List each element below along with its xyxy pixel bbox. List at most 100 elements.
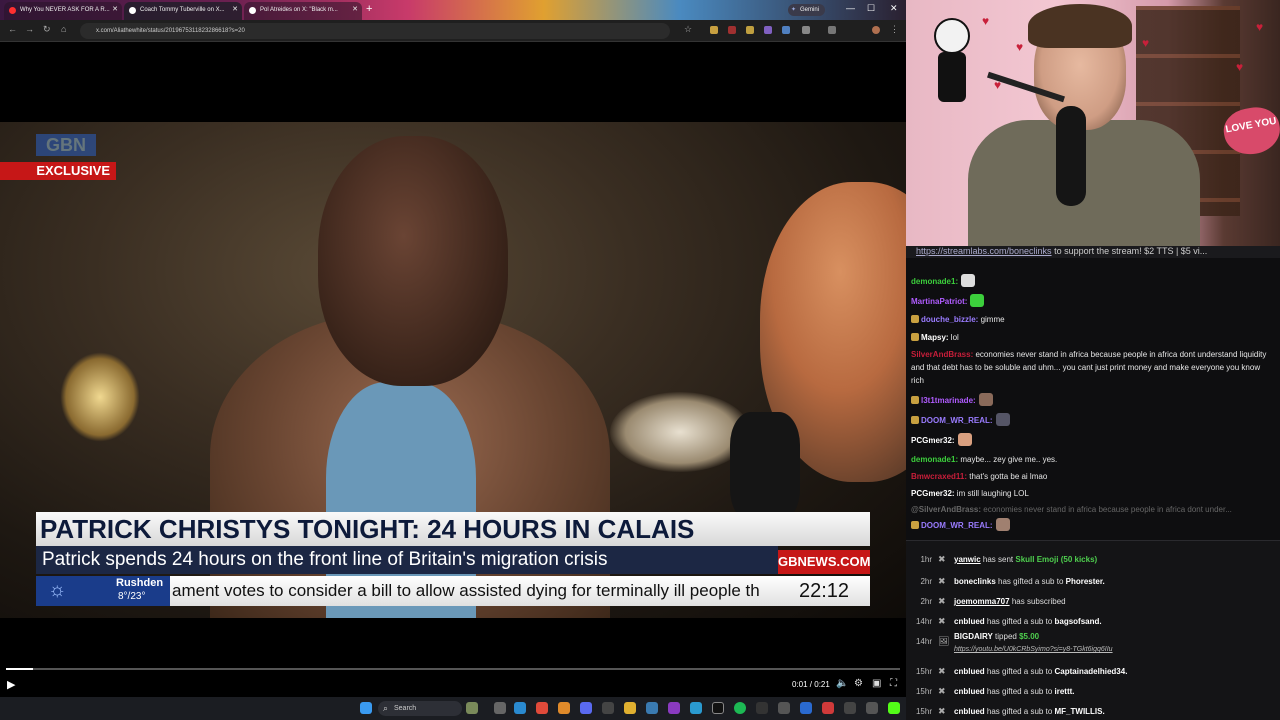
chrome-icon[interactable] (536, 702, 548, 714)
doll-head (934, 18, 970, 54)
event-time: 15hr (915, 667, 932, 676)
kick-logo-icon: ✖ (938, 596, 946, 606)
chat-username[interactable]: douche_bizzle: (921, 315, 978, 324)
play-icon[interactable]: ▶ (7, 678, 15, 691)
browser-tab[interactable]: Pol Atreides on X: "Black m... ✕ (244, 2, 362, 20)
volume-icon[interactable]: 🔈 (836, 678, 848, 689)
event-username[interactable]: cnblued (954, 687, 985, 696)
event-action: has gifted a sub to (995, 577, 1066, 586)
profile-avatar[interactable] (872, 26, 880, 34)
chat-username[interactable]: DOOM_WR_REAL: (921, 521, 993, 530)
kick-icon[interactable] (888, 702, 900, 714)
menu-kebab-icon[interactable]: ⋮ (890, 24, 899, 35)
tip-message-link[interactable]: https://youtu.be/U0kCRbSyimo?si=y8-TGkt6… (954, 646, 1113, 653)
puzzle-icon[interactable] (802, 26, 810, 34)
chat-text: economies never stand in africa because … (981, 505, 1232, 514)
browser-tab-bar: Why You NEVER ASK FOR A R... ✕ Coach Tom… (0, 0, 906, 20)
event-username[interactable]: cnblued (954, 707, 985, 716)
browser-tab[interactable]: Coach Tommy Tuberville on X... ✕ (124, 2, 242, 20)
chat-username[interactable]: SilverAndBrass: (911, 350, 973, 359)
chat-username[interactable]: Bmwcraxed11: (911, 472, 967, 481)
app-icon[interactable] (844, 702, 856, 714)
chat-username[interactable]: PCGmer32: (911, 436, 955, 445)
weather-panel: ☼ Rushden 8°/23° (36, 576, 170, 606)
event-username[interactable]: yanwic (954, 555, 981, 564)
task-view-icon[interactable] (494, 702, 506, 714)
chat-username[interactable]: @SilverAndBrass: (911, 505, 981, 514)
pip-icon[interactable]: ▣ (872, 678, 881, 689)
chat-username[interactable]: Mapsy: (921, 333, 949, 342)
browser-tab[interactable]: Why You NEVER ASK FOR A R... ✕ (4, 2, 122, 20)
chat-username[interactable]: demonade1: (911, 277, 958, 286)
app-icon[interactable] (668, 702, 680, 714)
maps-icon[interactable] (822, 702, 834, 714)
chat-text: that's gotta be ai lmao (967, 472, 1048, 481)
close-tab-icon[interactable]: ✕ (352, 2, 358, 18)
home-icon[interactable]: ⌂ (61, 24, 66, 34)
gemini-button[interactable]: Gemini (788, 4, 826, 16)
widgets-icon[interactable] (466, 702, 478, 714)
event-text: cnblued has gifted a sub to Captainadelh… (954, 667, 1127, 676)
settings-gear-icon[interactable]: ⚙ (854, 678, 863, 689)
app-icon[interactable] (756, 702, 768, 714)
chat-emote-icon (995, 413, 1010, 426)
file-explorer-icon[interactable] (624, 702, 636, 714)
extension-icon[interactable] (746, 26, 754, 34)
url-field[interactable]: x.com/Aliathewhite/status/20196753118232… (80, 23, 670, 39)
app-icon[interactable] (866, 702, 878, 714)
banner-text: to support the stream! $2 TTS | $5 vi... (1051, 246, 1208, 256)
app-icon[interactable] (646, 702, 658, 714)
chat-emote-icon (978, 393, 993, 406)
close-tab-icon[interactable]: ✕ (112, 2, 118, 18)
event-username[interactable]: boneclinks (954, 577, 996, 586)
close-window-icon[interactable]: ✕ (890, 3, 898, 14)
event-recipient: MF_TWILLIS. (1054, 707, 1105, 716)
chat-username[interactable]: PCGmer32: (911, 489, 955, 498)
extension-icon[interactable] (782, 26, 790, 34)
taskbar-search[interactable]: Search (378, 701, 462, 716)
extension-icon[interactable] (710, 26, 718, 34)
app-icon[interactable] (690, 702, 702, 714)
chat-message: demonade1: maybe... zey give me.. yes. (911, 453, 1273, 466)
minimize-icon[interactable]: — (846, 3, 855, 13)
kick-logo-icon: ✖ (938, 666, 946, 676)
close-tab-icon[interactable]: ✕ (232, 2, 238, 18)
reload-icon[interactable]: ↻ (43, 24, 51, 35)
extension-icon[interactable] (764, 26, 772, 34)
windows-start-icon[interactable] (360, 702, 372, 714)
event-username[interactable]: cnblued (954, 617, 985, 626)
doll-figure (928, 18, 976, 104)
kick-logo-icon: ✖ (938, 706, 946, 716)
fullscreen-icon[interactable]: ⛶ (890, 678, 897, 689)
chat-text: lol (948, 333, 959, 342)
user-badge-icon (911, 315, 919, 323)
discord-icon[interactable] (580, 702, 592, 714)
back-icon[interactable]: ← (8, 24, 17, 34)
bookmark-star-icon[interactable]: ☆ (684, 24, 692, 35)
event-username[interactable]: joemomma707 (954, 597, 1010, 606)
event-username[interactable]: BIGDAIRY (954, 632, 993, 641)
terminal-icon[interactable] (602, 702, 614, 714)
new-tab-icon[interactable]: + (366, 3, 372, 15)
maximize-icon[interactable]: ☐ (867, 3, 875, 14)
chat-username[interactable]: l3t1tmarinade: (921, 396, 976, 405)
chrome-icon[interactable] (558, 702, 570, 714)
kick-logo-icon: ✖ (938, 554, 946, 564)
app-icon[interactable] (800, 702, 812, 714)
extension-icon[interactable] (728, 26, 736, 34)
chat-username[interactable]: DOOM_WR_REAL: (921, 416, 993, 425)
sidebar-icon[interactable] (828, 26, 836, 34)
event-recipient: bagsofsand. (1054, 617, 1102, 626)
event-username[interactable]: cnblued (954, 667, 985, 676)
spotify-icon[interactable] (734, 702, 746, 714)
video-frame[interactable]: GBN EXCLUSIVE PATRICK CHRISTYS TONIGHT: … (0, 122, 906, 618)
chat-text: gimme (978, 315, 1005, 324)
chat-username[interactable]: demonade1: (911, 455, 958, 464)
forward-icon[interactable]: → (25, 24, 34, 34)
streamlabs-link[interactable]: https://streamlabs.com/boneclinks (916, 246, 1052, 256)
edge-icon[interactable] (514, 702, 526, 714)
video-progress-bar[interactable] (6, 668, 900, 670)
chat-username[interactable]: MartinaPatriot: (911, 297, 967, 306)
x-app-icon[interactable] (712, 702, 724, 714)
app-icon[interactable] (778, 702, 790, 714)
